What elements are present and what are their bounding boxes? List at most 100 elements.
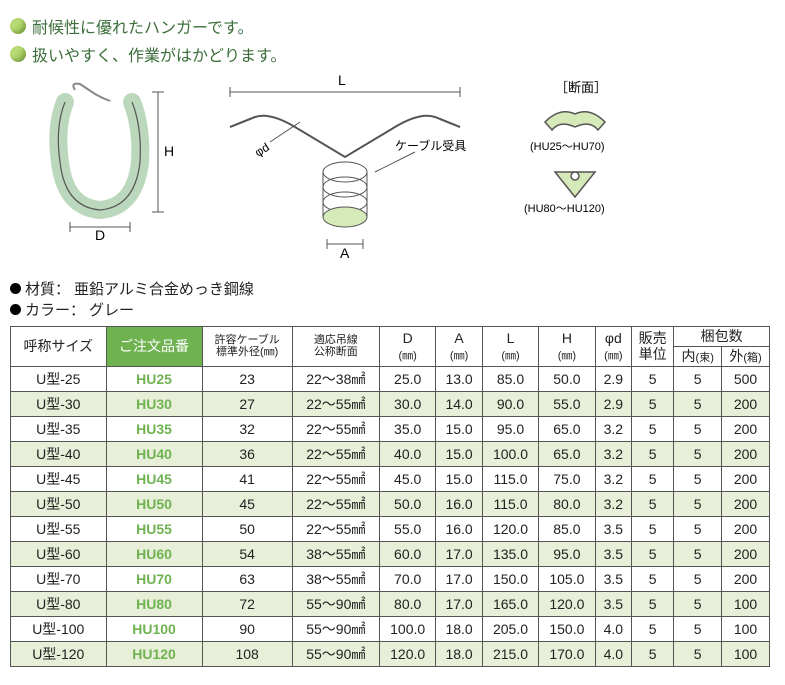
cell-D: 100.0 — [379, 616, 435, 641]
cell-D: 70.0 — [379, 566, 435, 591]
cell-outer: 200 — [722, 516, 770, 541]
cell-A: 18.0 — [436, 641, 482, 666]
th-L: L(㎜) — [482, 327, 538, 367]
th-D: D(㎜) — [379, 327, 435, 367]
diagram-front: H D — [20, 72, 180, 242]
cell-cap: 32 — [202, 416, 292, 441]
label-H: H — [164, 143, 174, 159]
material-line: 材質： 亜鉛アルミ合金めっき鋼線 — [10, 278, 775, 299]
diagram-side: L φd ケーブル受具 A — [200, 72, 490, 262]
cell-unit: 5 — [632, 641, 674, 666]
label-range2: (HU80～HU120) — [524, 203, 605, 215]
cell-phid: 3.2 — [595, 416, 631, 441]
color-label: カラー： — [25, 299, 85, 320]
cell-A: 17.0 — [436, 566, 482, 591]
spec-table: 呼称サイズ ご注文品番 許容ケーブル 標準外径(㎜) 適応吊線 公称断面 D(㎜… — [10, 326, 770, 667]
cell-D: 80.0 — [379, 591, 435, 616]
th-size: 呼称サイズ — [11, 327, 107, 367]
cell-outer: 200 — [722, 441, 770, 466]
cell-outer: 500 — [722, 366, 770, 391]
cell-phid: 3.2 — [595, 441, 631, 466]
cell-phid: 3.2 — [595, 466, 631, 491]
cell-H: 170.0 — [539, 641, 595, 666]
cell-unit: 5 — [632, 441, 674, 466]
cell-A: 15.0 — [436, 441, 482, 466]
cell-wire: 22～55㎟ — [292, 391, 379, 416]
cell-L: 100.0 — [482, 441, 538, 466]
cell-unit: 5 — [632, 616, 674, 641]
cell-unit: 5 — [632, 366, 674, 391]
cell-L: 205.0 — [482, 616, 538, 641]
cell-part: HU60 — [106, 541, 202, 566]
cell-inner: 5 — [674, 516, 722, 541]
cell-inner: 5 — [674, 541, 722, 566]
table-row: U型-25HU252322～38㎟25.013.085.050.02.95550… — [11, 366, 770, 391]
cell-L: 165.0 — [482, 591, 538, 616]
material-label: 材質： — [25, 278, 70, 299]
cell-A: 18.0 — [436, 616, 482, 641]
cell-part: HU30 — [106, 391, 202, 416]
cell-outer: 100 — [722, 641, 770, 666]
cell-cap: 45 — [202, 491, 292, 516]
cell-D: 45.0 — [379, 466, 435, 491]
cell-A: 15.0 — [436, 466, 482, 491]
cell-size: U型-30 — [11, 391, 107, 416]
cell-cap: 63 — [202, 566, 292, 591]
cell-size: U型-60 — [11, 541, 107, 566]
th-part: ご注文品番 — [106, 327, 202, 367]
cell-cap: 41 — [202, 466, 292, 491]
cell-cap: 50 — [202, 516, 292, 541]
cell-cap: 108 — [202, 641, 292, 666]
cell-cap: 72 — [202, 591, 292, 616]
label-D: D — [95, 227, 105, 242]
cell-D: 60.0 — [379, 541, 435, 566]
bullet-icon — [10, 46, 26, 62]
cell-unit: 5 — [632, 541, 674, 566]
cell-L: 85.0 — [482, 366, 538, 391]
cell-phid: 3.5 — [595, 591, 631, 616]
cell-size: U型-120 — [11, 641, 107, 666]
cell-size: U型-100 — [11, 616, 107, 641]
bullet-icon — [10, 304, 21, 315]
cell-size: U型-70 — [11, 566, 107, 591]
cell-L: 120.0 — [482, 516, 538, 541]
material-value: 亜鉛アルミ合金めっき鋼線 — [74, 278, 254, 299]
cell-part: HU25 — [106, 366, 202, 391]
label-L: L — [338, 72, 346, 88]
cell-H: 105.0 — [539, 566, 595, 591]
cell-D: 50.0 — [379, 491, 435, 516]
cell-L: 135.0 — [482, 541, 538, 566]
cell-phid: 2.9 — [595, 366, 631, 391]
table-row: U型-55HU555022～55㎟55.016.0120.085.03.5552… — [11, 516, 770, 541]
cell-phid: 3.5 — [595, 541, 631, 566]
cell-part: HU70 — [106, 566, 202, 591]
cell-cap: 27 — [202, 391, 292, 416]
label-phid: φd — [252, 140, 272, 160]
cell-D: 35.0 — [379, 416, 435, 441]
cell-inner: 5 — [674, 566, 722, 591]
cell-wire: 22～55㎟ — [292, 516, 379, 541]
bullet-icon — [10, 18, 26, 34]
cell-D: 40.0 — [379, 441, 435, 466]
cell-wire: 22～55㎟ — [292, 466, 379, 491]
table-row: U型-50HU504522～55㎟50.016.0115.080.03.2552… — [11, 491, 770, 516]
cell-wire: 55～90㎟ — [292, 641, 379, 666]
cell-wire: 38～55㎟ — [292, 566, 379, 591]
cell-unit: 5 — [632, 516, 674, 541]
table-row: U型-120HU12010855～90㎟120.018.0215.0170.04… — [11, 641, 770, 666]
cell-size: U型-55 — [11, 516, 107, 541]
cell-A: 13.0 — [436, 366, 482, 391]
cell-A: 14.0 — [436, 391, 482, 416]
cell-wire: 38～55㎟ — [292, 541, 379, 566]
cell-wire: 22～55㎟ — [292, 441, 379, 466]
cell-inner: 5 — [674, 641, 722, 666]
cell-size: U型-80 — [11, 591, 107, 616]
cell-part: HU120 — [106, 641, 202, 666]
color-value: グレー — [89, 299, 134, 320]
cell-H: 55.0 — [539, 391, 595, 416]
diagram-section: ［断面］ (HU25～HU70) (HU80～HU120) — [510, 72, 640, 242]
cell-size: U型-35 — [11, 416, 107, 441]
cell-outer: 200 — [722, 566, 770, 591]
cell-phid: 4.0 — [595, 641, 631, 666]
table-row: U型-60HU605438～55㎟60.017.0135.095.03.5552… — [11, 541, 770, 566]
